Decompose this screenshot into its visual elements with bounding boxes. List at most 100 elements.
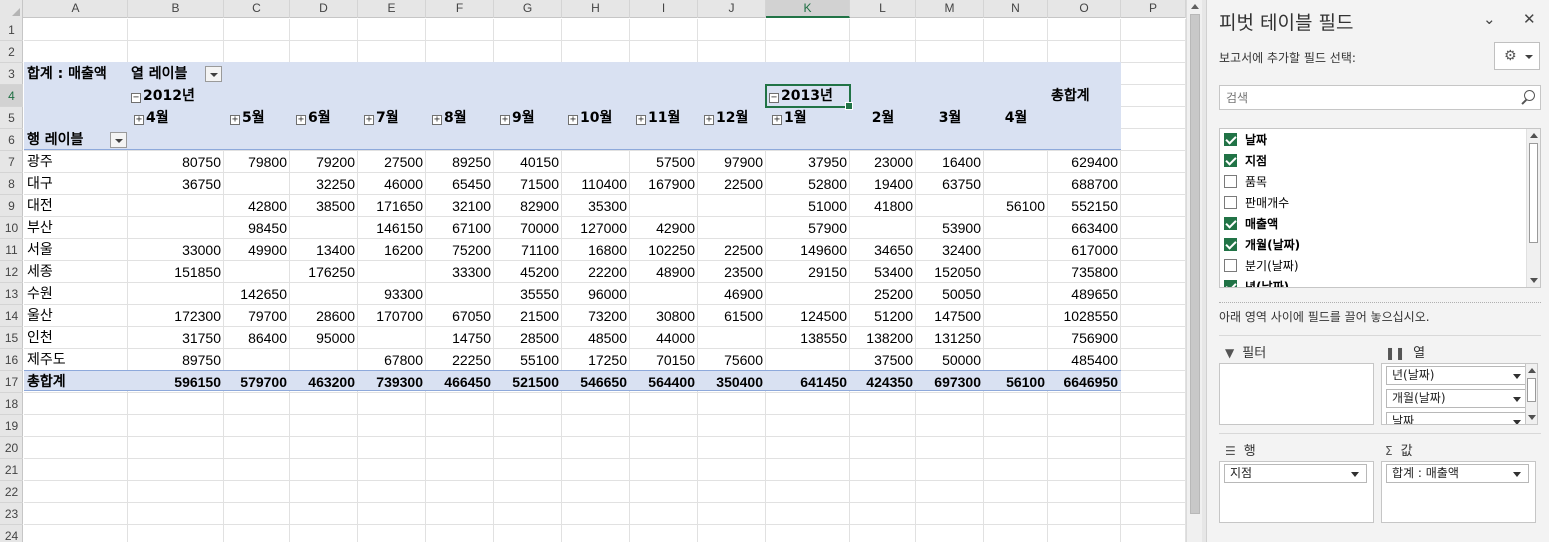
scroll-down-arrow-icon[interactable]: [1528, 415, 1536, 420]
value-cell[interactable]: [698, 327, 766, 349]
month-header[interactable]: +12월: [698, 107, 766, 129]
value-cell[interactable]: [290, 217, 358, 239]
grand-total-cell[interactable]: 424350: [850, 371, 916, 393]
value-cell[interactable]: 56100: [984, 195, 1048, 217]
value-cell[interactable]: 124500: [766, 305, 850, 327]
value-cell[interactable]: 170700: [358, 305, 426, 327]
grand-total-cell[interactable]: 739300: [358, 371, 426, 393]
grand-total-cell[interactable]: 56100: [984, 371, 1048, 393]
value-cell[interactable]: 14750: [426, 327, 494, 349]
value-cell[interactable]: [698, 217, 766, 239]
sheet-vertical-scrollbar[interactable]: [1186, 0, 1202, 542]
grand-total-cell[interactable]: 463200: [290, 371, 358, 393]
value-cell[interactable]: 27500: [358, 151, 426, 173]
divider[interactable]: [1219, 302, 1541, 303]
value-cell[interactable]: 80750: [128, 151, 224, 173]
column-header[interactable]: O: [1048, 0, 1121, 18]
column-header[interactable]: K: [766, 0, 850, 18]
value-cell[interactable]: 49900: [224, 239, 290, 261]
grand-total-cell[interactable]: 641450: [766, 371, 850, 393]
value-cell[interactable]: 42800: [224, 195, 290, 217]
value-cell[interactable]: 50050: [916, 283, 984, 305]
row-header[interactable]: 3: [0, 63, 23, 85]
row-header[interactable]: 16: [0, 349, 23, 371]
scroll-thumb[interactable]: [1529, 143, 1538, 243]
expand-icon[interactable]: +: [704, 115, 714, 125]
filter-area[interactable]: [1219, 363, 1374, 425]
value-cell[interactable]: [698, 195, 766, 217]
grand-total-cell[interactable]: 579700: [224, 371, 290, 393]
value-cell[interactable]: 67100: [426, 217, 494, 239]
value-cell[interactable]: [224, 173, 290, 195]
value-cell[interactable]: 38500: [290, 195, 358, 217]
row-label[interactable]: 인천: [24, 327, 128, 349]
value-cell[interactable]: 53400: [850, 261, 916, 283]
field-item[interactable]: 품목: [1224, 172, 1267, 193]
value-cell[interactable]: 51200: [850, 305, 916, 327]
value-cell[interactable]: 151850: [128, 261, 224, 283]
month-header[interactable]: +9월: [494, 107, 562, 129]
checkbox[interactable]: [1224, 280, 1237, 287]
row-header[interactable]: 24: [0, 525, 23, 542]
value-cell[interactable]: 32100: [426, 195, 494, 217]
value-cell[interactable]: 32400: [916, 239, 984, 261]
collapse-icon[interactable]: −: [131, 93, 141, 103]
value-cell[interactable]: 23500: [698, 261, 766, 283]
field-list[interactable]: 날짜 지점 품목 판매개수 매출액 개월(날짜) 분기(날짜) 년(날짜): [1219, 128, 1541, 288]
row-header[interactable]: 19: [0, 415, 23, 437]
grand-total-column-header[interactable]: 총합계: [1048, 85, 1121, 107]
row-header[interactable]: 4: [0, 85, 23, 107]
value-cell[interactable]: 57500: [630, 151, 698, 173]
column-header[interactable]: J: [698, 0, 766, 18]
value-cell[interactable]: 13400: [290, 239, 358, 261]
row-total-cell[interactable]: 663400: [1048, 217, 1121, 239]
value-cell[interactable]: [984, 349, 1048, 371]
column-header[interactable]: I: [630, 0, 698, 18]
close-icon[interactable]: ✕: [1523, 10, 1536, 28]
value-cell[interactable]: 147500: [916, 305, 984, 327]
row-header[interactable]: 1: [0, 19, 23, 41]
checkbox[interactable]: [1224, 154, 1237, 167]
column-header[interactable]: H: [562, 0, 630, 18]
row-header[interactable]: 2: [0, 41, 23, 63]
row-label[interactable]: 세종: [24, 261, 128, 283]
select-all-corner[interactable]: [0, 0, 23, 18]
value-cell[interactable]: 149600: [766, 239, 850, 261]
value-cell[interactable]: 37950: [766, 151, 850, 173]
row-label[interactable]: 제주도: [24, 349, 128, 371]
month-header[interactable]: +6월: [290, 107, 358, 129]
value-cell[interactable]: 32250: [290, 173, 358, 195]
row-header[interactable]: 18: [0, 393, 23, 415]
value-cell[interactable]: 75200: [426, 239, 494, 261]
value-cell[interactable]: 37500: [850, 349, 916, 371]
value-cell[interactable]: [984, 283, 1048, 305]
value-cell[interactable]: 71500: [494, 173, 562, 195]
checkbox[interactable]: [1224, 238, 1237, 251]
value-cell[interactable]: 50000: [916, 349, 984, 371]
value-cell[interactable]: 75600: [698, 349, 766, 371]
value-cell[interactable]: [562, 151, 630, 173]
dropdown-arrow-icon[interactable]: [1351, 472, 1359, 477]
value-cell[interactable]: [426, 283, 494, 305]
value-cell[interactable]: 53900: [916, 217, 984, 239]
value-cell[interactable]: 22500: [698, 239, 766, 261]
value-cell[interactable]: [128, 283, 224, 305]
filter-dropdown-icon[interactable]: [205, 66, 222, 82]
value-cell[interactable]: 167900: [630, 173, 698, 195]
row-label[interactable]: 서울: [24, 239, 128, 261]
value-cell[interactable]: 152050: [916, 261, 984, 283]
row-header[interactable]: 20: [0, 437, 23, 459]
value-cell[interactable]: 35550: [494, 283, 562, 305]
column-header[interactable]: E: [358, 0, 426, 18]
value-cell[interactable]: 138550: [766, 327, 850, 349]
checkbox[interactable]: [1224, 259, 1237, 272]
spreadsheet[interactable]: ABCDEFGHIJKLMNOP 1 2 3 4 5 6 7 8 9 10 11 12 13 14 15 16…: [0, 0, 1186, 542]
value-cell[interactable]: [850, 217, 916, 239]
grand-total-cell[interactable]: 521500: [494, 371, 562, 393]
value-cell[interactable]: 40150: [494, 151, 562, 173]
expand-icon[interactable]: +: [230, 115, 240, 125]
value-cell[interactable]: 95000: [290, 327, 358, 349]
row-total-cell[interactable]: 629400: [1048, 151, 1121, 173]
month-header[interactable]: +11월: [630, 107, 698, 129]
month-header[interactable]: 3월: [916, 107, 984, 129]
